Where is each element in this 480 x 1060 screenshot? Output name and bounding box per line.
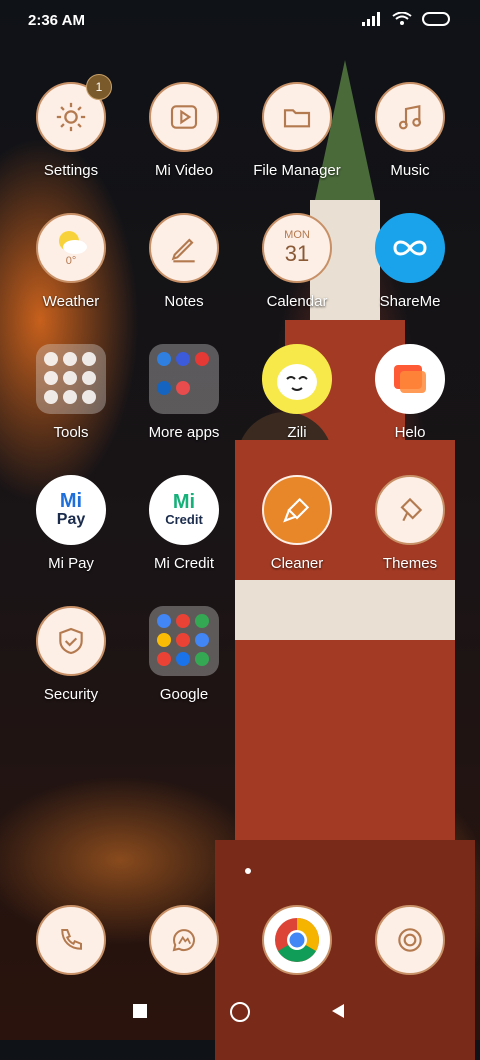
- zili-face-icon: [262, 344, 332, 414]
- navigation-bar: [0, 995, 480, 1035]
- app-label: ShareMe: [379, 293, 441, 310]
- folder-tools[interactable]: Tools: [16, 344, 126, 441]
- weather-temp: 0°: [65, 255, 77, 267]
- phone-icon: [36, 905, 106, 975]
- app-label: Weather: [42, 293, 100, 310]
- wifi-icon: [392, 12, 412, 25]
- folder-icon: [262, 82, 332, 152]
- clock: 2:36 AM: [28, 12, 85, 29]
- recents-icon[interactable]: [132, 1003, 148, 1019]
- tools-folder-icon: [36, 344, 106, 414]
- folder-more-apps[interactable]: More apps: [129, 344, 239, 441]
- battery-icon: [422, 12, 450, 26]
- app-label: Mi Pay: [48, 555, 94, 572]
- app-notes[interactable]: Notes: [129, 213, 239, 310]
- dock: [0, 905, 480, 985]
- chrome-icon: [262, 905, 332, 975]
- notification-badge: 1: [86, 74, 112, 100]
- app-label: Notes: [164, 293, 204, 310]
- dock-chrome[interactable]: [242, 905, 352, 975]
- mi-credit-logo-top: Mi: [172, 491, 196, 513]
- calendar-day: MON: [284, 229, 310, 241]
- play-icon: [149, 82, 219, 152]
- app-music[interactable]: Music: [355, 82, 465, 179]
- status-icons: [362, 12, 452, 26]
- mi-credit-logo-bottom: Credit: [165, 512, 203, 527]
- app-label: Cleaner: [270, 555, 324, 572]
- app-settings[interactable]: 1 Settings: [16, 74, 126, 179]
- app-label: Tools: [53, 424, 89, 441]
- app-label: Music: [390, 162, 430, 179]
- home-icon[interactable]: [229, 1001, 251, 1023]
- app-mi-credit[interactable]: Mi Credit Mi Credit: [129, 475, 239, 572]
- shield-icon: [36, 606, 106, 676]
- app-themes[interactable]: Themes: [355, 475, 465, 572]
- app-mi-pay[interactable]: Mi Pay Mi Pay: [16, 475, 126, 572]
- app-cleaner[interactable]: Cleaner: [242, 475, 352, 572]
- app-label: Mi Video: [154, 162, 214, 179]
- more-apps-folder-icon: [149, 344, 219, 414]
- app-label: Helo: [394, 424, 426, 441]
- app-mi-video[interactable]: Mi Video: [129, 82, 239, 179]
- app-file-manager[interactable]: File Manager: [242, 82, 352, 179]
- helo-chat-icon: [375, 344, 445, 414]
- mi-pay-icon: Mi Pay: [36, 475, 106, 545]
- pencil-icon: [149, 213, 219, 283]
- calendar-date: 31: [284, 241, 310, 266]
- weather-icon: 0°: [36, 213, 106, 283]
- app-calendar[interactable]: MON 31 Calendar: [242, 213, 352, 310]
- dock-camera[interactable]: [355, 905, 465, 975]
- signal-icon: [362, 12, 380, 26]
- app-label: Settings: [43, 162, 99, 179]
- app-label: Google: [159, 686, 209, 703]
- mi-pay-logo-top: Mi: [59, 490, 83, 512]
- app-label: Calendar: [266, 293, 328, 310]
- status-bar: 2:36 AM: [0, 0, 480, 42]
- google-folder-icon: [149, 606, 219, 676]
- infinity-icon: [375, 213, 445, 283]
- app-helo[interactable]: Helo: [355, 344, 465, 441]
- broom-icon: [262, 475, 332, 545]
- messages-icon: [149, 905, 219, 975]
- dock-messages[interactable]: [129, 905, 239, 975]
- back-icon[interactable]: [330, 1003, 346, 1019]
- app-shareme[interactable]: ShareMe: [355, 213, 465, 310]
- app-label: More apps: [148, 424, 220, 441]
- mi-pay-logo-bottom: Pay: [56, 511, 86, 528]
- app-security[interactable]: Security: [16, 606, 126, 703]
- mi-credit-icon: Mi Credit: [149, 475, 219, 545]
- app-zili[interactable]: Zili: [242, 344, 352, 441]
- dock-phone[interactable]: [16, 905, 126, 975]
- camera-icon: [375, 905, 445, 975]
- app-label: Zili: [287, 424, 307, 441]
- brush-icon: [375, 475, 445, 545]
- music-note-icon: [375, 82, 445, 152]
- app-label: Security: [43, 686, 99, 703]
- app-label: Themes: [382, 555, 438, 572]
- calendar-icon: MON 31: [262, 213, 332, 283]
- folder-google[interactable]: Google: [129, 606, 239, 703]
- app-label: Mi Credit: [153, 555, 214, 572]
- app-weather[interactable]: 0° Weather: [16, 213, 126, 310]
- page-indicator: [245, 868, 251, 874]
- app-label: File Manager: [253, 162, 341, 179]
